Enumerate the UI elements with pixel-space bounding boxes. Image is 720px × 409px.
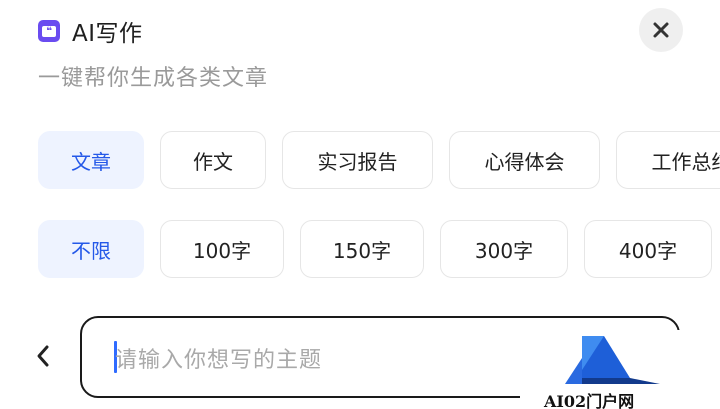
type-chip-reflection[interactable]: 心得体会 xyxy=(449,131,600,189)
length-chip-400[interactable]: 400字 xyxy=(584,220,712,278)
chevron-left-icon xyxy=(37,345,49,367)
length-chip-300[interactable]: 300字 xyxy=(440,220,568,278)
watermark: AI02门户网 xyxy=(520,330,720,409)
length-row: 不限 100字 150字 300字 400字 xyxy=(38,220,720,278)
type-chip-work-summary[interactable]: 工作总结 xyxy=(616,131,720,189)
type-chip-article[interactable]: 文章 xyxy=(38,131,144,189)
type-chip-internship-report[interactable]: 实习报告 xyxy=(282,131,433,189)
header: ❝ AI写作 xyxy=(38,14,143,48)
page-title: AI写作 xyxy=(72,21,143,47)
page-subtitle: 一键帮你生成各类文章 xyxy=(38,66,269,91)
type-chip-essay[interactable]: 作文 xyxy=(160,131,266,189)
article-type-row: 文章 作文 实习报告 心得体会 工作总结 xyxy=(38,131,720,189)
length-chip-100[interactable]: 100字 xyxy=(160,220,284,278)
ai-writing-panel: ❝ AI写作 一键帮你生成各类文章 文章 作文 实习报告 心得体会 工作总结 不… xyxy=(0,0,720,409)
length-chip-150[interactable]: 150字 xyxy=(300,220,424,278)
close-icon xyxy=(653,22,669,38)
quote-icon: ❝ xyxy=(38,20,60,42)
topic-input-placeholder: 请输入你想写的主题 xyxy=(115,348,323,373)
watermark-text: AI02门户网 xyxy=(544,392,635,409)
close-button[interactable] xyxy=(639,8,683,52)
back-button[interactable] xyxy=(28,338,58,374)
length-chip-unlimited[interactable]: 不限 xyxy=(38,220,144,278)
